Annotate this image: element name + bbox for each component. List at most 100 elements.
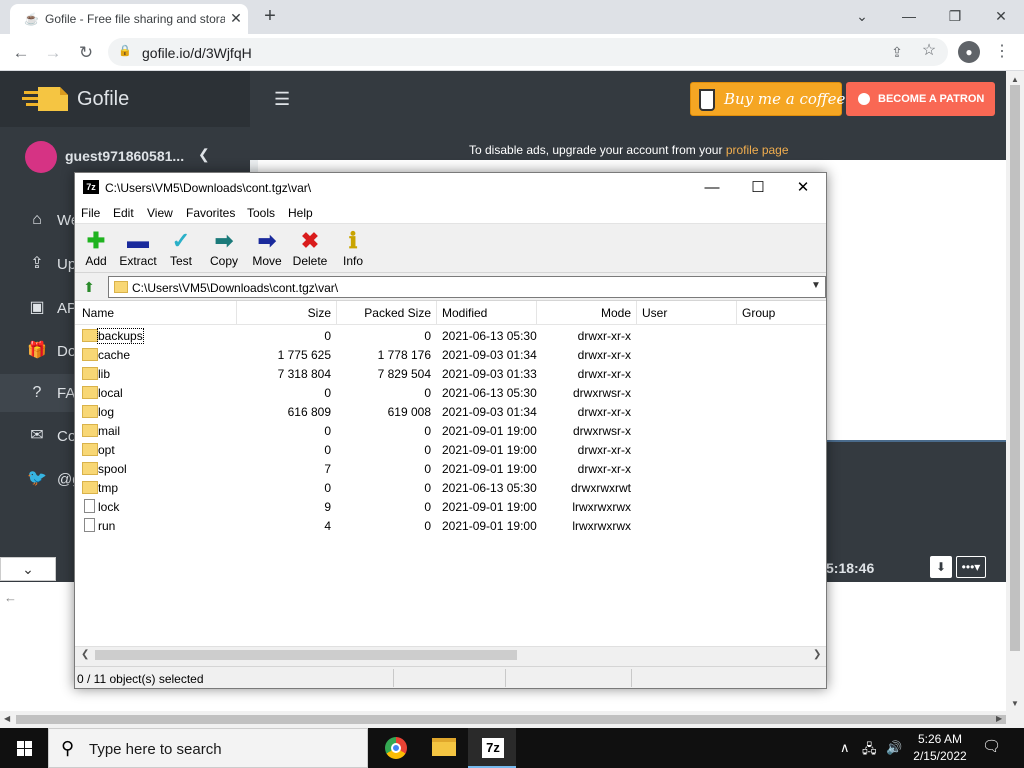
- table-row[interactable]: opt 0 0 2021-09-01 19:00 drwxr-xr-x: [75, 440, 826, 459]
- cell-modified: 2021-09-01 19:00: [442, 462, 537, 476]
- page-horizontal-scrollbar[interactable]: ◀ ▶: [0, 711, 1024, 728]
- minimize-button[interactable]: —: [689, 173, 735, 203]
- scroll-up-icon[interactable]: ▲: [1011, 75, 1019, 84]
- bookmark-star-icon[interactable]: ☆: [920, 42, 938, 60]
- cell-mode: lrwxrwxrwx: [572, 519, 631, 533]
- table-row[interactable]: backups 0 0 2021-06-13 05:30 drwxr-xr-x: [75, 326, 826, 345]
- column-name[interactable]: Name: [82, 306, 114, 320]
- delete-button[interactable]: ✖ Delete: [286, 228, 334, 272]
- scroll-right-icon[interactable]: ❯: [813, 649, 821, 660]
- menu-edit[interactable]: Edit: [113, 206, 134, 220]
- taskbar-search-box[interactable]: ⚲ Type here to search: [48, 728, 368, 768]
- system-clock[interactable]: 5:26 AM 2/15/2022: [908, 731, 972, 765]
- gofile-brand[interactable]: Gofile: [0, 71, 250, 127]
- table-row[interactable]: log 616 809 619 008 2021-09-03 01:34 drwxr-x…: [75, 402, 826, 421]
- scroll-left-icon[interactable]: ❮: [81, 649, 89, 660]
- column-divider[interactable]: [636, 301, 637, 325]
- move-button[interactable]: ➡ Move: [243, 228, 291, 272]
- back-arrow-icon[interactable]: ←: [8, 40, 34, 66]
- tab-close-icon[interactable]: ✕: [228, 10, 244, 26]
- address-bar[interactable]: 🔒 gofile.io/d/3WjfqH ⇪ ☆: [108, 38, 948, 66]
- table-row[interactable]: lib 7 318 804 7 829 504 2021-09-03 01:33 drw…: [75, 364, 826, 383]
- table-row[interactable]: mail 0 0 2021-09-01 19:00 drwxrwsr-x: [75, 421, 826, 440]
- cell-packed-size: 0: [424, 386, 431, 400]
- taskbar-sevenzip[interactable]: 7z: [468, 728, 516, 768]
- chevron-up-icon[interactable]: ∧: [840, 740, 850, 756]
- become-patron-button[interactable]: BECOME A PATRON: [846, 82, 995, 116]
- table-row[interactable]: run 4 0 2021-09-01 19:00 lrwxrwxrwx: [75, 516, 826, 535]
- more-options-button[interactable]: •••▾: [956, 556, 986, 578]
- reload-icon[interactable]: ↻: [73, 40, 99, 66]
- scrollbar-thumb[interactable]: [95, 650, 517, 660]
- profile-page-link[interactable]: profile page: [726, 143, 789, 157]
- notification-icon[interactable]: 🗨: [982, 738, 1001, 756]
- scrollbar-thumb[interactable]: [1010, 85, 1020, 651]
- scroll-right-icon[interactable]: ▶: [996, 714, 1002, 723]
- restore-button[interactable]: ❐: [935, 4, 975, 28]
- info-button[interactable]: ℹ Info: [329, 228, 377, 272]
- table-row[interactable]: tmp 0 0 2021-06-13 05:30 drwxrwxrwt: [75, 478, 826, 497]
- minimize-button[interactable]: —: [889, 4, 929, 28]
- forward-arrow-icon[interactable]: →: [40, 40, 66, 66]
- column-size[interactable]: Size: [237, 306, 331, 320]
- start-button[interactable]: [0, 728, 48, 768]
- buy-me-a-coffee-button[interactable]: Buy me a coffee: [690, 82, 845, 116]
- profile-avatar-icon[interactable]: ●: [958, 41, 980, 63]
- scroll-down-icon[interactable]: ▼: [1011, 699, 1019, 708]
- network-icon[interactable]: 🖧: [862, 740, 877, 762]
- copy-button[interactable]: ➡ Copy: [200, 228, 248, 272]
- scrollbar-thumb[interactable]: [16, 715, 1006, 724]
- up-folder-icon[interactable]: ⬆: [80, 278, 98, 296]
- new-tab-button[interactable]: +: [258, 4, 282, 28]
- test-button[interactable]: ✓ Test: [157, 228, 205, 272]
- chrome-menu-icon[interactable]: ⋮: [994, 40, 1010, 64]
- table-row[interactable]: local 0 0 2021-06-13 05:30 drwxrwsr-x: [75, 383, 826, 402]
- maximize-button[interactable]: ☐: [735, 173, 781, 203]
- chevron-down-icon[interactable]: ▼: [811, 280, 821, 291]
- column-modified[interactable]: Modified: [442, 306, 487, 320]
- download-icon[interactable]: ⬇: [930, 556, 952, 578]
- extract-button[interactable]: ▬ Extract: [114, 228, 162, 272]
- page-vertical-scrollbar[interactable]: ▲ ▼: [1006, 71, 1024, 711]
- menu-file[interactable]: File: [81, 206, 100, 220]
- url-text[interactable]: gofile.io/d/3WjfqH: [142, 45, 252, 61]
- taskbar-file-explorer[interactable]: [419, 728, 467, 768]
- table-row[interactable]: spool 7 0 2021-09-01 19:00 drwxr-xr-x: [75, 459, 826, 478]
- volume-icon[interactable]: 🔊: [886, 740, 902, 756]
- scroll-left-icon[interactable]: ◀: [4, 714, 10, 723]
- tab-search-icon[interactable]: ⌄: [842, 4, 882, 28]
- cell-modified: 2021-09-03 01:33: [442, 367, 537, 381]
- hamburger-menu-icon[interactable]: ☰: [274, 89, 290, 109]
- table-row[interactable]: cache 1 775 625 1 778 176 2021-09-03 01:34 d…: [75, 345, 826, 364]
- selection-status: 0 / 11 object(s) selected: [77, 672, 204, 686]
- column-packed-size[interactable]: Packed Size: [337, 306, 431, 320]
- close-button[interactable]: ✕: [780, 173, 826, 203]
- taskbar-chrome[interactable]: [371, 728, 419, 768]
- list-header: Name Size Packed Size Modified Mode User…: [75, 301, 826, 325]
- lock-icon[interactable]: 🔒: [118, 44, 132, 58]
- column-divider[interactable]: [736, 301, 737, 325]
- path-text[interactable]: C:\Users\VM5\Downloads\cont.tgz\var\: [132, 281, 338, 295]
- menu-favorites[interactable]: Favorites: [186, 206, 235, 220]
- chevron-down-icon[interactable]: ⌄: [0, 557, 56, 581]
- add-button[interactable]: ✚ Add: [72, 228, 120, 272]
- column-divider[interactable]: [436, 301, 437, 325]
- gofile-favicon-icon: ☕: [24, 12, 39, 26]
- column-user[interactable]: User: [642, 306, 667, 320]
- sevenzip-titlebar[interactable]: 7z C:\Users\VM5\Downloads\cont.tgz\var\ …: [75, 173, 826, 203]
- menu-tools[interactable]: Tools: [247, 206, 275, 220]
- menu-help[interactable]: Help: [288, 206, 313, 220]
- chevron-left-icon[interactable]: ❮: [198, 146, 210, 163]
- path-combobox[interactable]: C:\Users\VM5\Downloads\cont.tgz\var\ ▼: [108, 276, 826, 298]
- become-patron-label: BECOME A PATRON: [878, 93, 985, 105]
- column-mode[interactable]: Mode: [537, 306, 631, 320]
- close-window-button[interactable]: ✕: [981, 4, 1021, 28]
- file-list[interactable]: Name Size Packed Size Modified Mode User…: [75, 300, 826, 646]
- menu-view[interactable]: View: [147, 206, 173, 220]
- share-icon[interactable]: ⇪: [888, 43, 906, 61]
- list-horizontal-scrollbar[interactable]: ❮ ❯: [75, 646, 826, 663]
- table-row[interactable]: lock 9 0 2021-09-01 19:00 lrwxrwxrwx: [75, 497, 826, 516]
- column-group[interactable]: Group: [742, 306, 775, 320]
- browser-tab[interactable]: ☕ Gofile - Free file sharing and storage…: [10, 4, 248, 34]
- arrow-left-icon[interactable]: ←: [4, 590, 17, 605]
